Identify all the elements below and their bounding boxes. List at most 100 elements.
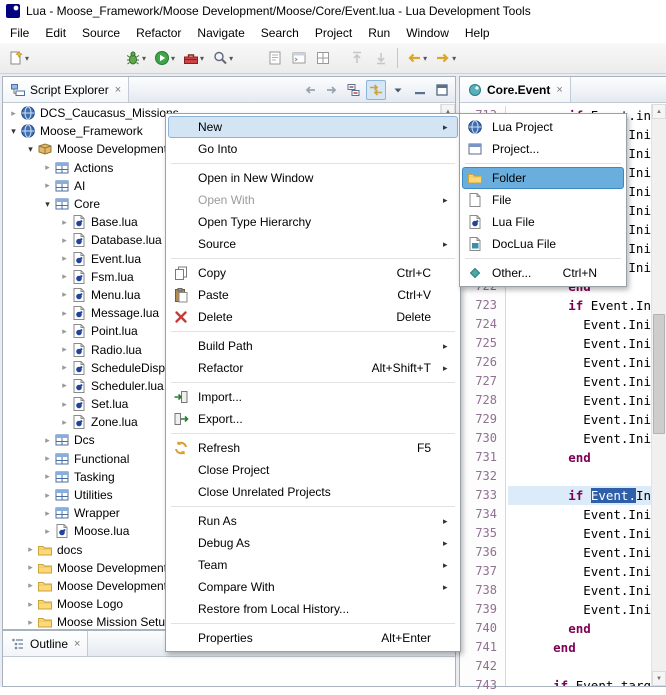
menubar-item-search[interactable]: Search	[253, 24, 307, 42]
collapsed-arrow-icon[interactable]: ▸	[58, 344, 71, 355]
menu-item-run-as[interactable]: Run As▸	[168, 510, 458, 532]
code-line[interactable]: Event.IniUnit = STATIC:FindByName( Event…	[508, 372, 651, 391]
menu-item-lua-project[interactable]: Lua Project	[462, 116, 624, 138]
collapsed-arrow-icon[interactable]: ▸	[58, 362, 71, 373]
menu-item-file[interactable]: File	[462, 189, 624, 211]
menubar-item-navigate[interactable]: Navigate	[189, 24, 252, 42]
menu-item-doclua-file[interactable]: DocLua File	[462, 233, 624, 255]
dropdown-arrow-icon[interactable]: ▾	[25, 54, 29, 63]
menu-item-close-unrelated-projects[interactable]: Close Unrelated Projects	[168, 481, 458, 503]
close-icon[interactable]: ×	[115, 84, 121, 96]
code-line[interactable]: Event.IniUnitName = Event.IniDCSUnitName	[508, 543, 651, 562]
menubar-item-refactor[interactable]: Refactor	[128, 24, 189, 42]
search-button[interactable]: ▾	[208, 46, 237, 70]
menubar-item-run[interactable]: Run	[360, 24, 398, 42]
run-button[interactable]: ▾	[150, 46, 179, 70]
code-line[interactable]: Event.IniTypeName = Event.IniDCSUnit:get…	[508, 429, 651, 448]
collapsed-arrow-icon[interactable]: ▸	[58, 308, 71, 319]
collapsed-arrow-icon[interactable]: ▸	[7, 108, 20, 119]
code-line[interactable]: Event.IniDCSGroupName = ""	[508, 391, 651, 410]
collapsed-arrow-icon[interactable]: ▸	[41, 471, 54, 482]
collapsed-arrow-icon[interactable]: ▸	[41, 508, 54, 519]
dropdown-arrow-icon[interactable]: ▾	[423, 54, 427, 63]
minimize-button[interactable]	[410, 80, 430, 100]
menu-item-team[interactable]: Team▸	[168, 554, 458, 576]
maximize-button[interactable]	[432, 80, 452, 100]
code-line[interactable]: Event.IniCategory = Event.IniDCSUnit:get…	[508, 410, 651, 429]
collapsed-arrow-icon[interactable]: ▸	[58, 326, 71, 337]
menu-item-project[interactable]: Project...	[462, 138, 624, 160]
menubar-item-file[interactable]: File	[2, 24, 37, 42]
collapsed-arrow-icon[interactable]: ▸	[24, 617, 37, 628]
expanded-arrow-icon[interactable]: ▾	[7, 126, 20, 137]
collapsed-arrow-icon[interactable]: ▸	[58, 399, 71, 410]
code-line[interactable]: Event.IniDCSUnit = Event.initiator	[508, 505, 651, 524]
collapsed-arrow-icon[interactable]: ▸	[24, 599, 37, 610]
collapsed-arrow-icon[interactable]: ▸	[58, 235, 71, 246]
dropdown-arrow-icon[interactable]: ▾	[142, 54, 146, 63]
explorer-back-button[interactable]	[300, 80, 320, 100]
menu-item-build-path[interactable]: Build Path▸	[168, 335, 458, 357]
code-line[interactable]	[508, 467, 651, 486]
dropdown-arrow-icon[interactable]: ▾	[171, 54, 175, 63]
debug-button[interactable]: ▾	[121, 46, 150, 70]
explorer-forward-button[interactable]	[322, 80, 342, 100]
collapse-all-button[interactable]	[344, 80, 364, 100]
collapsed-arrow-icon[interactable]: ▸	[41, 435, 54, 446]
menu-item-source[interactable]: Source▸	[168, 233, 458, 255]
menu-item-refactor[interactable]: RefactorAlt+Shift+T▸	[168, 357, 458, 379]
scroll-down-button[interactable]: ▼	[652, 671, 666, 686]
dropdown-arrow-icon[interactable]: ▾	[200, 54, 204, 63]
close-icon[interactable]: ×	[74, 638, 80, 650]
menu-item-restore-from-local-history[interactable]: Restore from Local History...	[168, 598, 458, 620]
code-line[interactable]: Event.IniDCSUnitName = Event.IniDCSUnit:…	[508, 334, 651, 353]
grid-view-button[interactable]	[311, 46, 335, 70]
menu-item-go-into[interactable]: Go Into	[168, 138, 458, 160]
collapsed-arrow-icon[interactable]: ▸	[58, 271, 71, 282]
menubar-item-help[interactable]: Help	[457, 24, 498, 42]
code-line[interactable]: Event.IniTypeName = Event.IniDCSUnit:get…	[508, 600, 651, 619]
scroll-thumb[interactable]	[653, 314, 665, 434]
collapsed-arrow-icon[interactable]: ▸	[58, 380, 71, 391]
collapsed-arrow-icon[interactable]: ▸	[41, 490, 54, 501]
collapsed-arrow-icon[interactable]: ▸	[24, 580, 37, 591]
external-tools-button[interactable]: ▾	[179, 46, 208, 70]
menu-item-compare-with[interactable]: Compare With▸	[168, 576, 458, 598]
back-button[interactable]: ▾	[402, 46, 431, 70]
menu-item-paste[interactable]: PasteCtrl+V	[168, 284, 458, 306]
tab-script-explorer[interactable]: Script Explorer ×	[3, 77, 129, 102]
menu-item-export[interactable]: Export...	[168, 408, 458, 430]
menubar-item-source[interactable]: Source	[74, 24, 128, 42]
menubar-item-window[interactable]: Window	[398, 24, 457, 42]
expanded-arrow-icon[interactable]: ▾	[24, 144, 37, 155]
collapsed-arrow-icon[interactable]: ▸	[24, 544, 37, 555]
menu-item-refresh[interactable]: RefreshF5	[168, 437, 458, 459]
menu-item-open-in-new-window[interactable]: Open in New Window	[168, 167, 458, 189]
code-line[interactable]: end	[508, 638, 651, 657]
code-line[interactable]: Event.IniUnit = UNIT:FindByName( Event.I…	[508, 562, 651, 581]
collapsed-arrow-icon[interactable]: ▸	[41, 526, 54, 537]
collapsed-arrow-icon[interactable]: ▸	[41, 453, 54, 464]
code-line[interactable]: end	[508, 619, 651, 638]
code-line[interactable]: if Event.target then	[508, 676, 651, 686]
menu-item-copy[interactable]: CopyCtrl+C	[168, 262, 458, 284]
code-line[interactable]: Event.IniDCSUnit = Event.initiator	[508, 315, 651, 334]
collapsed-arrow-icon[interactable]: ▸	[41, 180, 54, 191]
menu-item-lua-file[interactable]: Lua File	[462, 211, 624, 233]
menu-item-open-type-hierarchy[interactable]: Open Type Hierarchy	[168, 211, 458, 233]
collapsed-arrow-icon[interactable]: ▸	[58, 217, 71, 228]
link-with-editor-button[interactable]	[366, 80, 386, 100]
tab-outline[interactable]: Outline ×	[3, 631, 88, 656]
menu-item-properties[interactable]: PropertiesAlt+Enter	[168, 627, 458, 649]
doc-view-button[interactable]	[263, 46, 287, 70]
collapsed-arrow-icon[interactable]: ▸	[58, 289, 71, 300]
dropdown-arrow-icon[interactable]: ▾	[229, 54, 233, 63]
code-line[interactable]: if Event.IniObjectCategory == Object.Cat…	[508, 296, 651, 315]
console-button[interactable]	[287, 46, 311, 70]
menu-item-other[interactable]: Other...Ctrl+N	[462, 262, 624, 284]
collapsed-arrow-icon[interactable]: ▸	[58, 253, 71, 264]
collapsed-arrow-icon[interactable]: ▸	[41, 162, 54, 173]
menu-item-new[interactable]: New▸	[168, 116, 458, 138]
menu-item-folder[interactable]: Folder	[462, 167, 624, 189]
code-line[interactable]: end	[508, 448, 651, 467]
